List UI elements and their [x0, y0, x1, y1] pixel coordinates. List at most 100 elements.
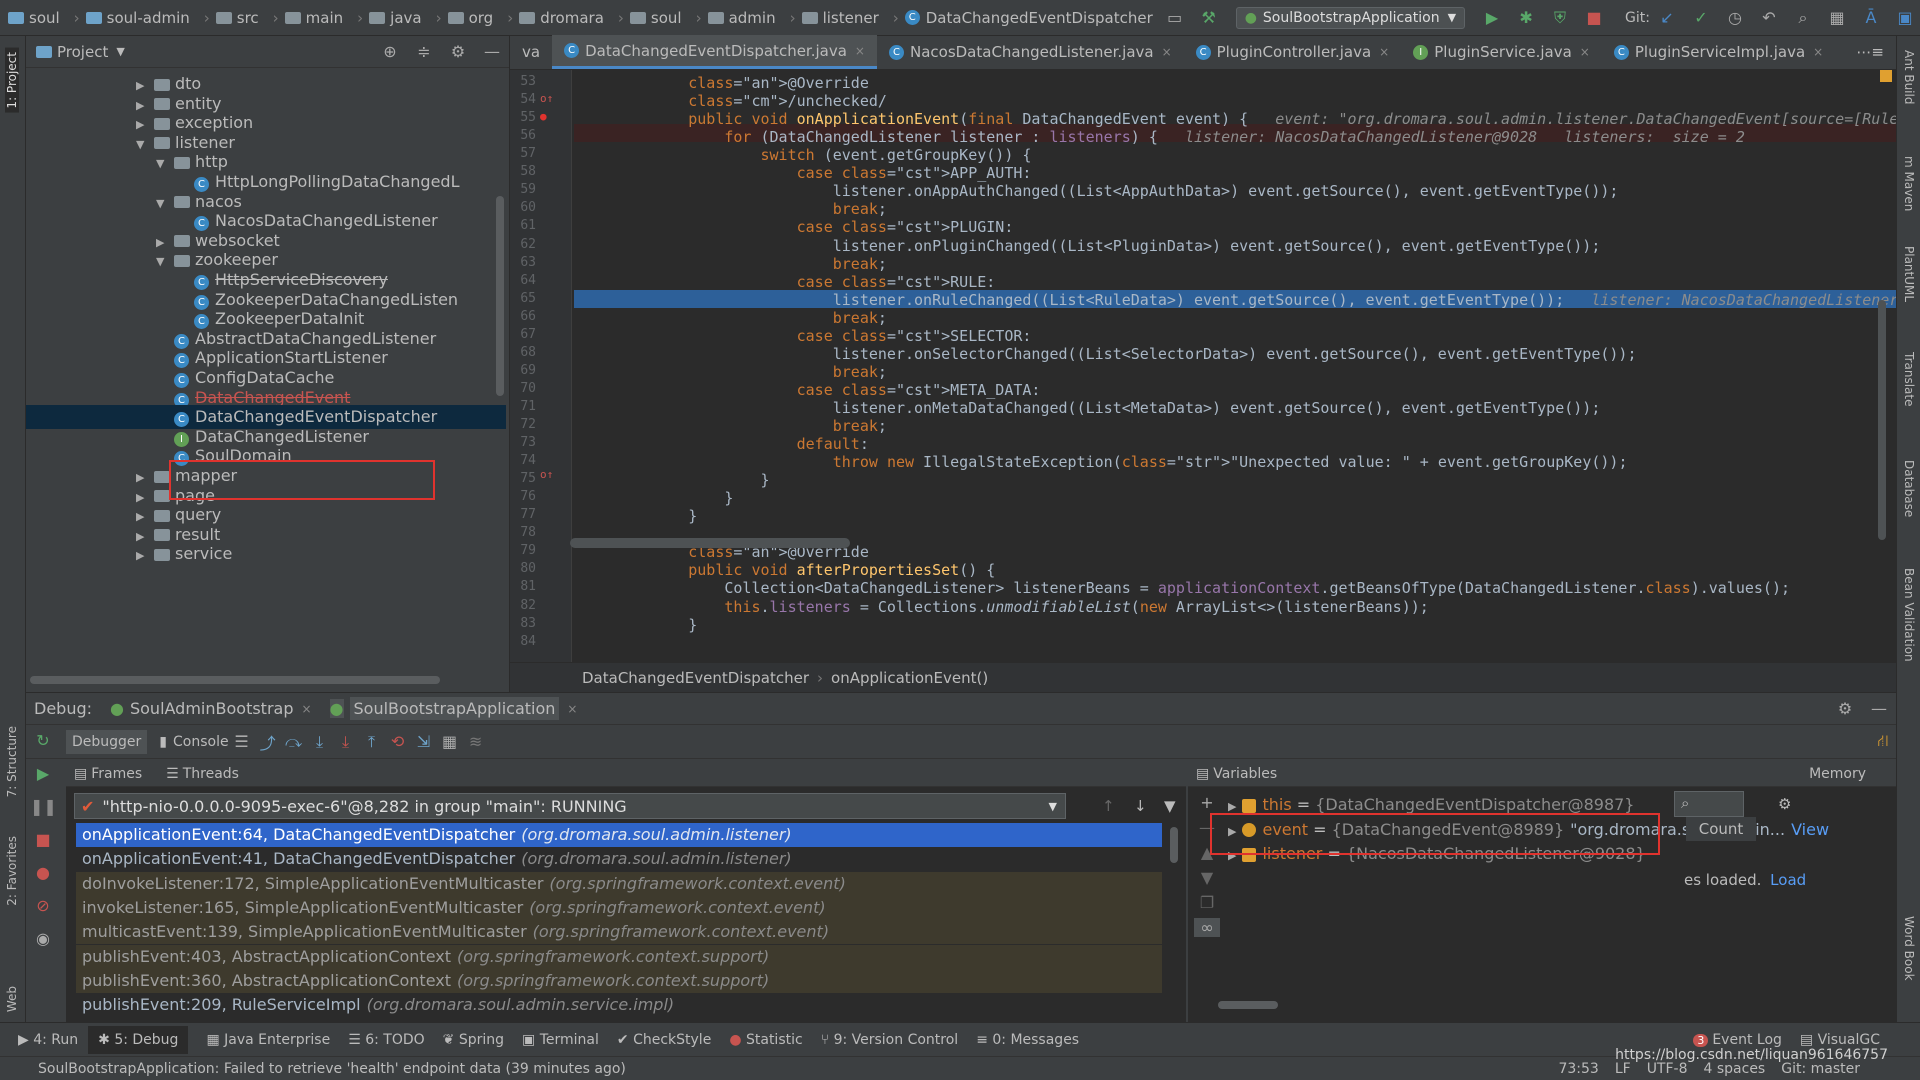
debug-tab[interactable]: ✱ 5: Debug — [88, 1025, 189, 1054]
editor-tab[interactable]: C PluginController.java × — [1184, 35, 1402, 69]
stack-frame[interactable]: onApplicationEvent:64, DataChangedEventD… — [76, 823, 1162, 847]
line-number[interactable]: 74 — [510, 453, 536, 468]
breadcrumb-method[interactable]: onApplicationEvent() — [831, 669, 988, 687]
favorites-tool-tab[interactable]: 2: Favorites — [5, 836, 19, 906]
history-icon[interactable]: ◷ — [1724, 7, 1746, 29]
arrow-down-icon[interactable]: ↓ — [1134, 797, 1147, 815]
frames-scrollbar[interactable] — [1170, 827, 1178, 863]
line-number[interactable]: 64 — [510, 273, 536, 288]
view-link[interactable]: View — [1791, 820, 1829, 839]
horizontal-scrollbar[interactable] — [30, 676, 440, 684]
thread-select[interactable]: ✔ "http-nio-0.0.0.0-9095-exec-6"@8,282 i… — [74, 793, 1066, 819]
breadcrumb-item[interactable]: › src — [198, 9, 259, 27]
drop-frame-icon[interactable]: ⟲ — [385, 732, 411, 751]
trace-icon[interactable]: ≋ — [463, 732, 489, 751]
version-control-tab[interactable]: ⑂ 9: Version Control — [821, 1032, 958, 1048]
close-icon[interactable]: × — [1580, 45, 1590, 59]
chevron-down-icon[interactable]: ▼ — [136, 133, 154, 157]
copy-icon[interactable]: ❐ — [1194, 893, 1220, 912]
project-structure-icon[interactable]: ▦ — [1826, 7, 1848, 29]
web-tool-tab[interactable]: Web — [5, 986, 19, 1012]
stack-frame[interactable]: publishEvent:360, AbstractApplicationCon… — [76, 968, 1162, 993]
debug-session-tab-admin[interactable]: SoulAdminBootstrap — [130, 699, 294, 718]
line-number[interactable]: 71 — [510, 399, 536, 414]
close-icon[interactable]: × — [1162, 45, 1172, 59]
close-icon[interactable]: × — [301, 702, 311, 716]
line-number[interactable]: 81 — [510, 579, 536, 594]
move-down-icon[interactable]: ▼ — [1194, 868, 1220, 887]
bean-validation-tool-tab[interactable]: Bean Validation — [1902, 568, 1916, 662]
run-to-cursor-icon[interactable]: ⇲ — [411, 732, 437, 751]
editor-gutter[interactable]: 52 53 54 55 56 57 58 59 60 61 62 63 64 65 66 67 68 69 70 71… — [510, 70, 572, 662]
line-number[interactable]: 73 — [510, 435, 536, 450]
breadcrumb-item[interactable]: › listener — [784, 9, 879, 27]
stack-frame[interactable]: doInvokeListener:172, SimpleApplicationE… — [76, 871, 1162, 896]
line-number[interactable]: 57 — [510, 146, 536, 161]
line-number[interactable]: 68 — [510, 345, 536, 360]
load-classes-link[interactable]: Load — [1770, 871, 1806, 889]
variables-scrollbar[interactable] — [1218, 1001, 1278, 1009]
line-number[interactable]: 79 — [510, 543, 536, 558]
stack-frame[interactable]: onApplicationEvent:41, DataChangedEventD… — [76, 847, 1162, 871]
debugger-tab[interactable]: Debugger — [66, 729, 148, 754]
todo-tab[interactable]: ☰ 6: TODO — [348, 1032, 424, 1048]
camera-icon[interactable]: ◉ — [30, 929, 56, 948]
editor-tab[interactable]: C PluginServiceImpl.java × — [1602, 35, 1835, 69]
pause-icon[interactable]: ❚❚ — [30, 797, 57, 816]
line-number[interactable]: 75 — [510, 471, 536, 486]
close-icon[interactable]: × — [567, 702, 577, 716]
line-number[interactable]: 52 — [510, 70, 536, 71]
line-number[interactable]: 69 — [510, 363, 536, 378]
line-number[interactable]: 62 — [510, 237, 536, 252]
structure-tool-tab[interactable]: 7: Structure — [5, 726, 19, 797]
java-enterprise-tab[interactable]: ▦ Java Enterprise — [206, 1032, 330, 1048]
stack-frame[interactable]: publishEvent:209, RuleServiceImpl (org.dr… — [76, 993, 1162, 1017]
step-out-icon[interactable]: ⤒ — [359, 732, 385, 752]
editor-horizontal-scrollbar[interactable] — [570, 538, 850, 548]
chevron-down-icon[interactable]: ▼ — [156, 192, 174, 216]
editor-vertical-scrollbar[interactable] — [1878, 300, 1886, 540]
stack-frame[interactable]: publishEvent:403, AbstractApplicationCon… — [76, 944, 1162, 969]
translate-tool-tab[interactable]: Translate — [1902, 352, 1916, 407]
line-number[interactable]: 76 — [510, 489, 536, 504]
plantuml-tool-tab[interactable]: PlantUML — [1902, 246, 1916, 302]
console-tab[interactable]: Console — [173, 734, 229, 750]
menu-icon[interactable]: ☰ — [229, 732, 255, 751]
project-tool-tab[interactable]: 1: Project — [5, 48, 19, 113]
line-number[interactable]: 53 — [510, 74, 536, 89]
breadcrumb-item[interactable]: › dromara — [501, 9, 604, 27]
breakpoint-icon[interactable]: ● — [540, 110, 547, 123]
filter-icon[interactable]: ▼ — [1164, 797, 1176, 815]
line-number[interactable]: 56 — [510, 128, 536, 143]
event-log-tab[interactable]: 3 Event Log — [1693, 1032, 1782, 1048]
line-number[interactable]: 63 — [510, 255, 536, 270]
chevron-down-icon[interactable]: ▼ — [116, 45, 124, 58]
analysis-warning-icon[interactable] — [1880, 70, 1892, 82]
project-title[interactable]: Project — [57, 43, 108, 61]
breadcrumb-item[interactable]: › java — [351, 9, 421, 27]
stack-frame[interactable]: multicastEvent:139, SimpleApplicationEve… — [76, 920, 1162, 945]
chevron-down-icon[interactable]: ▼ — [156, 152, 174, 176]
breadcrumb-class[interactable]: DataChangedEventDispatcher — [582, 669, 809, 687]
breadcrumb-item[interactable]: › soul-admin — [68, 9, 190, 27]
breadcrumb-item[interactable]: › C DataChangedEventDispatcher — [887, 9, 1153, 27]
breadcrumb-item[interactable]: › soul — [612, 9, 682, 27]
chevron-right-icon[interactable]: ▶ — [136, 544, 154, 568]
build-hammer-icon[interactable]: ⚒ — [1198, 7, 1220, 29]
chevron-right-icon[interactable]: ▶ — [1228, 800, 1236, 813]
count-column-header[interactable]: Count — [1686, 817, 1756, 841]
ant-build-tool-tab[interactable]: Ant Build — [1902, 50, 1916, 104]
editor-tab[interactable]: C DataChangedEventDispatcher.java × — [552, 35, 877, 69]
visualgc-tab[interactable]: ▤ VisualGC — [1800, 1032, 1880, 1048]
line-number[interactable]: 70 — [510, 381, 536, 396]
editor-tab[interactable]: C NacosDataChangedListener.java × — [877, 35, 1184, 69]
line-number[interactable]: 54 — [510, 92, 536, 107]
line-number[interactable]: 66 — [510, 309, 536, 324]
collapse-all-icon[interactable]: ≑ — [413, 41, 435, 63]
line-number[interactable]: 67 — [510, 327, 536, 342]
override-marker-icon[interactable]: o↑ — [540, 468, 553, 481]
line-number[interactable]: 72 — [510, 417, 536, 432]
vertical-scrollbar[interactable] — [496, 196, 504, 396]
breadcrumb-item[interactable]: soul — [8, 9, 60, 27]
code-editor[interactable]: 52 53 54 55 56 57 58 59 60 61 62 63 64 65 66 67 68 69 70 71… — [510, 70, 1896, 662]
